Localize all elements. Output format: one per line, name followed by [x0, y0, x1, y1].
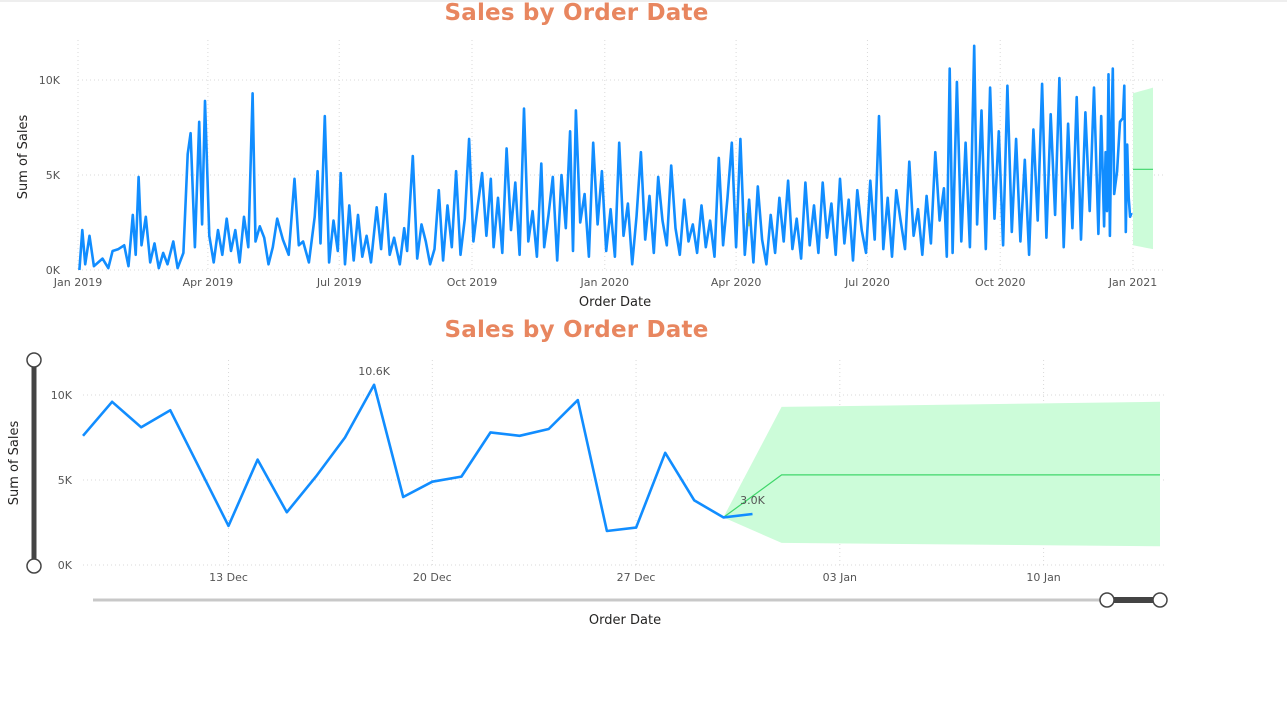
y-zoom-slider-bottom-handle[interactable]	[26, 558, 42, 574]
chart2-x-tick-label: 03 Jan	[823, 571, 857, 584]
chart2-x-tick-label: 20 Dec	[413, 571, 452, 584]
chart1-x-axis-label: Order Date	[579, 295, 651, 310]
chart2-x-tick-label: 10 Jan	[1026, 571, 1060, 584]
chart1-x-tick-label: Apr 2020	[711, 276, 762, 289]
chart1-y-tick-label: 10K	[39, 74, 61, 87]
chart1-x-tick-label: Jul 2019	[316, 276, 362, 289]
chart2-y-axis-label: Sum of Sales	[7, 421, 22, 506]
chart2-forecast-interval	[723, 401, 1160, 547]
chart2-x-tick-label: 27 Dec	[617, 571, 656, 584]
chart2-data-label: 10.6K	[358, 365, 390, 378]
chart2-x-tick-label: 13 Dec	[209, 571, 248, 584]
chart2-y-tick-label: 0K	[58, 559, 73, 572]
chart1-y-axis-label: Sum of Sales	[16, 115, 31, 200]
chart1-series-line[interactable]	[78, 44, 1133, 271]
chart1-y-tick-label: 5K	[46, 169, 61, 182]
chart1-forecast-interval	[1133, 87, 1153, 250]
chart2-forecast-band	[723, 401, 1160, 547]
chart1-x-tick-label: Jul 2020	[844, 276, 890, 289]
x-zoom-slider-right-handle[interactable]	[1152, 592, 1168, 608]
x-zoom-slider-left-handle[interactable]	[1099, 592, 1115, 608]
chart1-x-tick-label: Jan 2020	[580, 276, 629, 289]
chart2-y-tick-label: 10K	[51, 389, 73, 402]
chart2-data-label: 3.0K	[740, 494, 765, 507]
charts-canvas: 0K 5K 10K Jan 2019 Apr 2019 Jul 2019 Oct 2019 J…	[7, 40, 1168, 628]
chart1-sales-series	[78, 44, 1133, 271]
chart2-x-axis-label: Order Date	[589, 613, 661, 628]
chart1-x-tick-label: Oct 2019	[447, 276, 498, 289]
y-zoom-slider-top-handle[interactable]	[26, 352, 42, 368]
chart1-x-tick-label: Jan 2019	[53, 276, 102, 289]
chart1-x-tick-label: Apr 2019	[183, 276, 234, 289]
chart2-series-line[interactable]	[82, 383, 753, 533]
chart1-x-tick-label: Jan 2021	[1108, 276, 1157, 289]
chart2-data-labels: 10.6K 3.0K	[358, 365, 765, 507]
chart1-x-tick-label: Oct 2020	[975, 276, 1026, 289]
chart2-y-tick-label: 5K	[58, 474, 73, 487]
chart2-sales-series	[82, 383, 753, 533]
